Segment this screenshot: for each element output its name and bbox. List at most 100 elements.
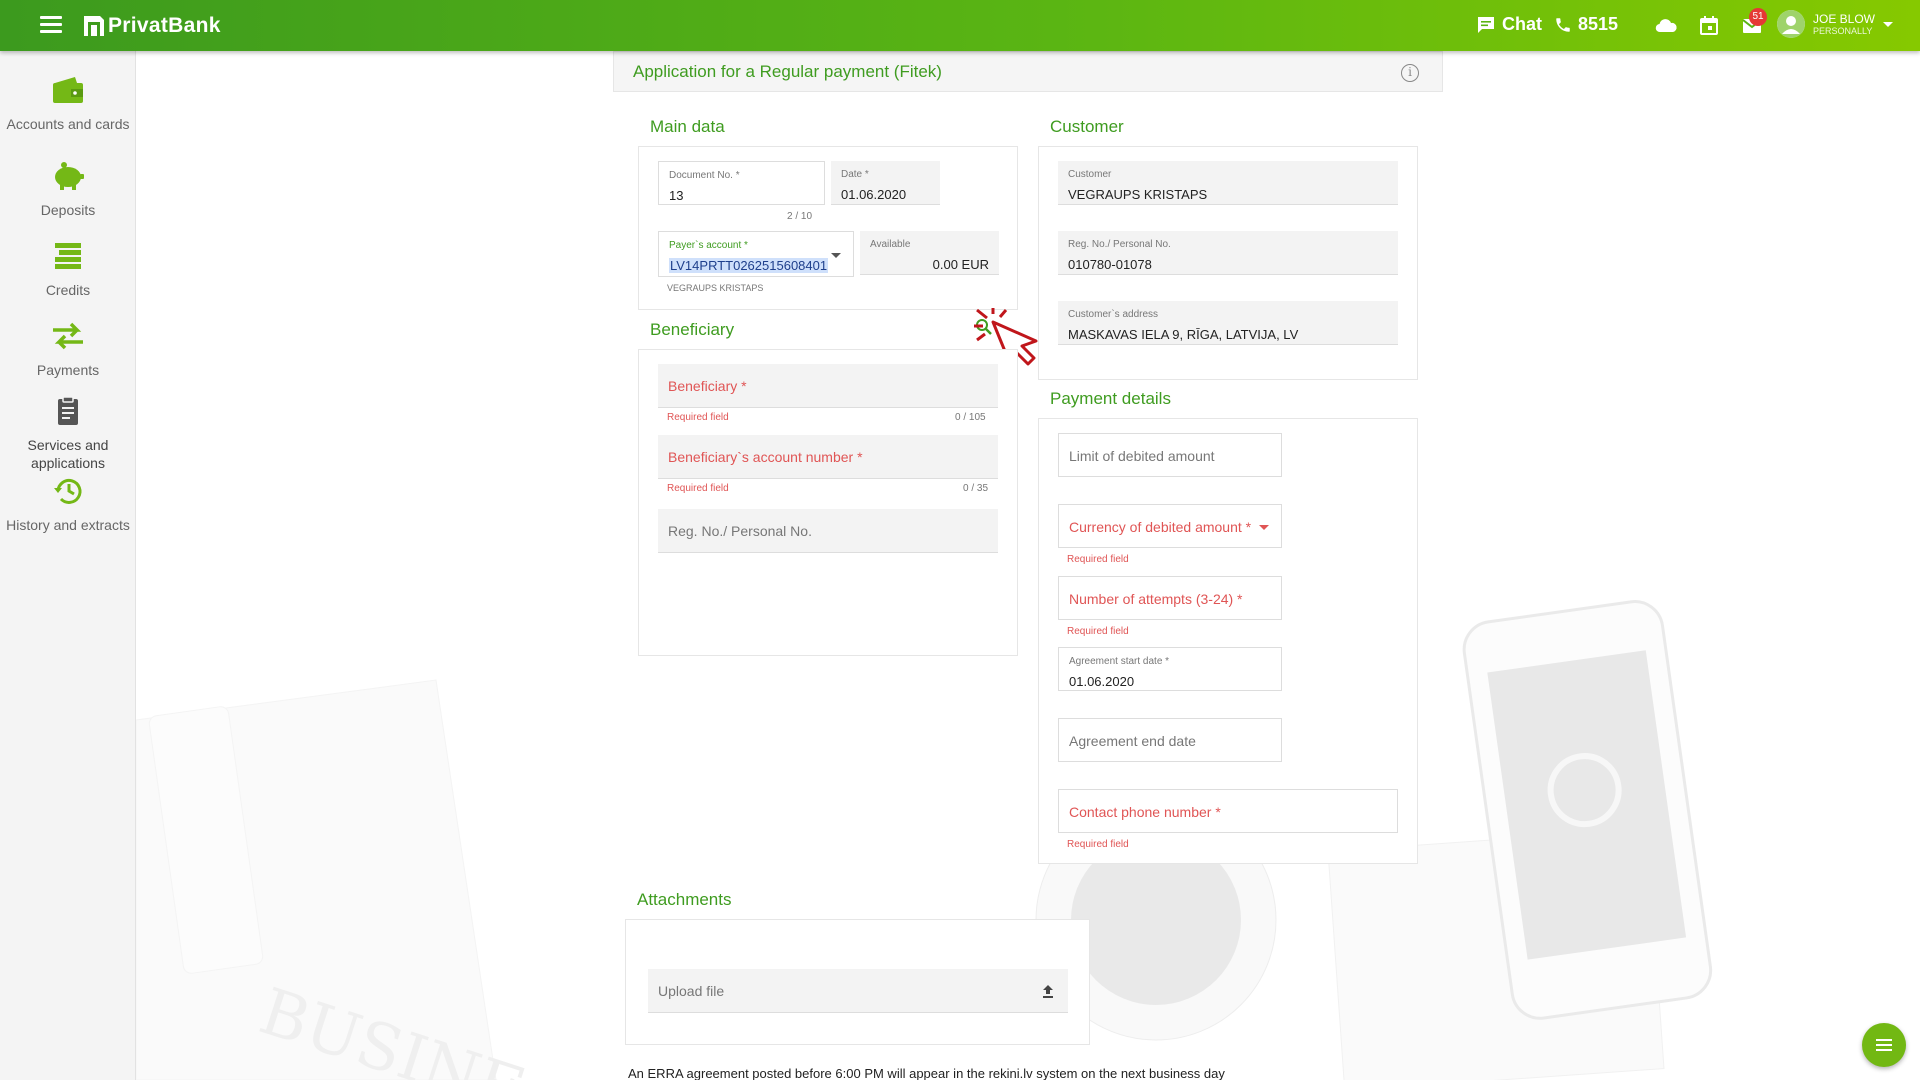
beneficiary-account-counter: 0 / 35 [963, 483, 989, 494]
brand-name: PrivatBank [108, 14, 221, 37]
phone-button[interactable]: 8515 [1554, 14, 1618, 35]
available-value: 0.00 EUR [932, 257, 989, 272]
sidebar-item-credits[interactable]: Credits [0, 241, 136, 299]
chat-button[interactable]: Chat [1476, 14, 1542, 35]
customer-label: Customer [1068, 169, 1112, 180]
beneficiary-card: Beneficiary * Required field 0 / 105 Ben… [638, 349, 1018, 656]
section-title-main-data: Main data [650, 117, 725, 136]
history-icon [54, 478, 82, 504]
payer-account-number: LV14PRTT0262515608401 [669, 258, 829, 273]
payment-details-card: Limit of debited amount Currency of debi… [1038, 418, 1418, 864]
customer-value: VEGRAUPS KRISTAPS [1068, 187, 1208, 202]
beneficiary-reg-placeholder: Reg. No./ Personal No. [668, 523, 812, 539]
customer-address-field: Customer`s address MASKAVAS IELA 9, RĪGA… [1058, 301, 1398, 345]
mail-count-badge: 51 [1749, 8, 1767, 26]
phone-icon [1556, 17, 1570, 32]
piggy-bank-icon [55, 162, 84, 190]
date-field[interactable]: Date * 01.06.2020 [831, 161, 940, 205]
chevron-down-icon [831, 253, 841, 258]
available-label: Available [870, 239, 911, 250]
limit-amount-input[interactable]: Limit of debited amount [1058, 433, 1282, 477]
customer-address-label: Customer`s address [1068, 309, 1159, 320]
page-title: Application for a Regular payment (Fitek… [633, 62, 942, 81]
privatbank-logo-icon [84, 16, 104, 36]
sidebar-item-label: Payments [36, 362, 100, 378]
start-date-label: Agreement start date * [1069, 656, 1170, 667]
customer-address-value: MASKAVAS IELA 9, RĪGA, LATVIJA, LV [1068, 327, 1299, 342]
avatar [1777, 10, 1805, 38]
document-number-counter: 2 / 10 [787, 211, 813, 222]
sidebar-item-deposits[interactable]: Deposits [0, 161, 136, 219]
page-header: Application for a Regular payment (Fitek… [613, 51, 1443, 92]
sidebar: Accounts and cards Deposits Credits Paym… [0, 51, 136, 1080]
beneficiary-name-counter: 0 / 105 [955, 412, 986, 423]
available-balance-field: Available 0.00 EUR [860, 231, 999, 275]
sidebar-item-label: Credits [45, 282, 91, 298]
contact-phone-input[interactable]: Contact phone number * [1058, 789, 1398, 833]
attempts-placeholder: Number of attempts (3-24) * [1069, 591, 1243, 607]
main-data-card: Document No. * 13 2 / 10 Date * 01.06.20… [638, 146, 1018, 310]
credits-icon [55, 243, 81, 269]
user-menu[interactable]: JOE BLOW PERSONALLY [1777, 10, 1894, 38]
contact-phone-placeholder: Contact phone number * [1069, 804, 1221, 820]
transfer-arrows-icon [53, 322, 83, 350]
end-date-input[interactable]: Agreement end date [1058, 718, 1282, 762]
beneficiary-account-input[interactable]: Beneficiary`s account number * [658, 435, 998, 479]
attempts-input[interactable]: Number of attempts (3-24) * [1058, 576, 1282, 620]
section-title-customer: Customer [1050, 117, 1124, 136]
payer-account-value: LV14PRTT0262515608401 [669, 258, 829, 273]
menu-icon[interactable] [40, 16, 62, 34]
start-date-value: 01.06.2020 [1069, 674, 1135, 689]
chevron-down-icon [1883, 21, 1894, 27]
customer-reg-value: 010780-01078 [1068, 257, 1152, 272]
brand-logo[interactable]: PrivatBank [82, 12, 221, 40]
sidebar-item-accounts[interactable]: Accounts and cards [0, 75, 136, 133]
info-icon[interactable]: i [1401, 64, 1419, 82]
beneficiary-name-error: Required field [667, 412, 729, 423]
sidebar-item-payments[interactable]: Payments [0, 321, 136, 379]
currency-placeholder: Currency of debited amount * [1069, 519, 1252, 535]
customer-field: Customer VEGRAUPS KRISTAPS [1058, 161, 1398, 205]
chevron-down-icon [1259, 525, 1269, 530]
upload-file-button[interactable]: Upload file [648, 969, 1068, 1013]
phone-number: 8515 [1578, 14, 1619, 34]
beneficiary-account-error: Required field [667, 483, 729, 494]
attempts-error: Required field [1067, 626, 1129, 637]
beneficiary-account-placeholder: Beneficiary`s account number * [668, 449, 863, 465]
beneficiary-reg-input[interactable]: Reg. No./ Personal No. [658, 509, 998, 553]
sidebar-item-label: Deposits [40, 202, 96, 218]
sidebar-item-services[interactable]: Services and applications [0, 396, 136, 472]
currency-select[interactable]: Currency of debited amount * [1058, 504, 1282, 548]
beneficiary-name-placeholder: Beneficiary * [668, 378, 747, 394]
payer-account-select[interactable]: Payer`s account * LV14PRTT0262515608401 [658, 231, 854, 277]
section-title-attachments: Attachments [637, 890, 732, 909]
clipboard-icon [58, 396, 78, 425]
date-label: Date * [841, 169, 869, 180]
sidebar-item-label: Services and applications [27, 437, 109, 471]
calendar-icon[interactable] [1697, 14, 1721, 38]
upload-file-label: Upload file [658, 983, 725, 999]
beneficiary-name-input[interactable]: Beneficiary * [658, 364, 998, 408]
start-date-input[interactable]: Agreement start date * 01.06.2020 [1058, 647, 1282, 691]
section-title-beneficiary: Beneficiary [650, 320, 735, 339]
chat-label: Chat [1502, 14, 1542, 34]
customer-reg-field: Reg. No./ Personal No. 010780-01078 [1058, 231, 1398, 275]
document-number-field[interactable]: Document No. * 13 [658, 161, 825, 205]
end-date-placeholder: Agreement end date [1069, 733, 1196, 749]
footer-notice: An ERRA agreement posted before 6:00 PM … [628, 1066, 1225, 1080]
sidebar-item-label: History and extracts [6, 517, 130, 533]
payer-account-label: Payer`s account * [669, 240, 748, 251]
floating-menu-button[interactable] [1862, 1023, 1906, 1067]
contact-phone-error: Required field [1067, 839, 1129, 850]
customer-reg-label: Reg. No./ Personal No. [1068, 239, 1171, 250]
document-number-label: Document No. * [669, 170, 740, 181]
payer-account-owner: VEGRAUPS KRISTAPS [667, 283, 764, 293]
customer-card: Customer VEGRAUPS KRISTAPS Reg. No./ Per… [1038, 146, 1418, 380]
limit-amount-placeholder: Limit of debited amount [1069, 448, 1215, 464]
upload-icon [1043, 985, 1053, 998]
user-name: JOE BLOW [1813, 11, 1876, 26]
attachments-card: Upload file [625, 919, 1090, 1045]
sidebar-item-history[interactable]: History and extracts [0, 476, 136, 534]
sidebar-item-label: Accounts and cards [6, 116, 130, 132]
cloud-icon[interactable] [1654, 14, 1678, 38]
